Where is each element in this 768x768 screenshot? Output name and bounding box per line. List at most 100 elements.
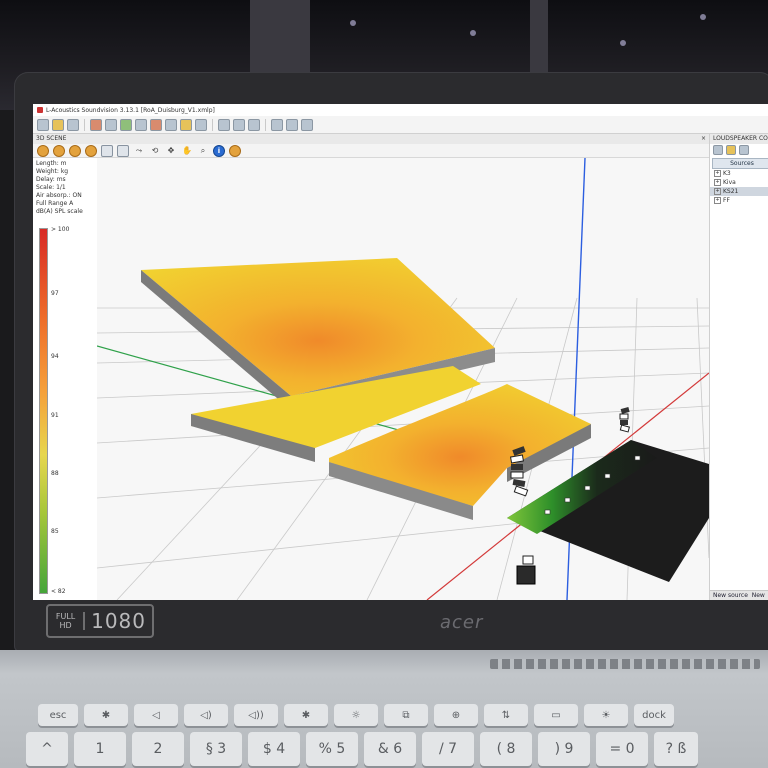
camera-icon[interactable] [195, 118, 207, 131]
toolbar-divider [265, 118, 266, 131]
scale-tick: 97 [51, 290, 59, 297]
source-item-label: Kiva [723, 179, 736, 186]
color-icon[interactable] [69, 144, 81, 157]
loudspeaker-panel-title: LOUDSPEAKER CONFIG [710, 134, 768, 144]
key[interactable]: ◁)) [234, 704, 278, 726]
key[interactable]: ) 9 [538, 732, 590, 766]
scene-panel-close-icon[interactable]: × [701, 134, 706, 144]
palette-icon[interactable] [85, 144, 97, 157]
expand-icon[interactable]: + [714, 170, 721, 177]
laptop-brand-logo: acer [440, 612, 484, 633]
move-icon[interactable]: ✥ [165, 146, 177, 156]
rig-truss [250, 0, 310, 72]
key[interactable]: ⇅ [484, 704, 528, 726]
legend-info-line: Length: m [36, 160, 67, 167]
open-folder-icon[interactable] [52, 118, 64, 131]
key[interactable]: ▭ [534, 704, 578, 726]
section-icon[interactable]: ⤳ [133, 146, 145, 156]
key[interactable]: & 6 [364, 732, 416, 766]
key[interactable]: 1 [74, 732, 126, 766]
shield-icon[interactable] [165, 118, 177, 131]
sources-tab[interactable]: Sources [712, 158, 768, 169]
source-item-ks21[interactable]: + KS21 [710, 187, 768, 196]
expand-icon[interactable]: + [714, 188, 721, 195]
key[interactable]: 2 [132, 732, 184, 766]
calc-icon[interactable] [120, 118, 132, 131]
source-item-k3[interactable]: + K3 [710, 169, 768, 178]
loudspeaker-panel-toolbar [710, 144, 768, 156]
help-icon[interactable] [286, 118, 298, 131]
reset-view-icon[interactable] [229, 144, 241, 157]
document-icon[interactable] [233, 118, 245, 131]
source-item-ff[interactable]: + FF [710, 196, 768, 205]
key[interactable]: ◁) [184, 704, 228, 726]
view-3d-icon[interactable] [117, 144, 129, 157]
key[interactable]: = 0 [596, 732, 648, 766]
key[interactable]: ◁ [134, 704, 178, 726]
3d-scene-canvas[interactable] [97, 158, 709, 600]
rig-truss [530, 0, 548, 72]
hinge-vents [490, 659, 760, 669]
settings-icon[interactable] [271, 118, 283, 131]
new-file-icon[interactable] [37, 118, 49, 131]
scene-panel-header: 3D SCENE × [33, 134, 709, 144]
key[interactable]: § 3 [190, 732, 242, 766]
expand-icon[interactable]: + [714, 197, 721, 204]
legend-info-line: Delay: ms [36, 176, 66, 183]
key[interactable]: % 5 [306, 732, 358, 766]
zoom-icon[interactable]: ⌕ [197, 146, 209, 156]
target-icon[interactable] [135, 118, 147, 131]
scale-tick: 94 [51, 353, 59, 360]
line-array-right [619, 407, 630, 433]
room-icon[interactable] [105, 118, 117, 131]
view-2d-icon[interactable] [101, 144, 113, 157]
stage-light [350, 20, 356, 26]
key[interactable]: ⊕ [434, 704, 478, 726]
scene-toolbar: ⤳ ⟲ ✥ ✋ ⌕ i [33, 144, 709, 158]
key[interactable]: ^ [26, 732, 68, 766]
app-title: L-Acoustics Soundvision 3.13.1 [RoA_Duis… [46, 106, 215, 114]
info-icon[interactable]: i [213, 144, 225, 157]
key[interactable]: ⧉ [384, 704, 428, 726]
expand-icon[interactable]: + [714, 179, 721, 186]
scale-tick: 85 [51, 528, 59, 535]
key[interactable]: esc [38, 704, 78, 726]
save-icon[interactable] [67, 118, 79, 131]
new-button[interactable]: New [752, 592, 765, 599]
key[interactable]: ☼ [334, 704, 378, 726]
loudspeaker-icon[interactable] [90, 118, 102, 131]
source-item-kiva[interactable]: + Kiva [710, 178, 768, 187]
key[interactable]: ? ß [654, 732, 698, 766]
spl-layer-icon[interactable] [53, 144, 65, 157]
tag-icon[interactable] [180, 118, 192, 131]
open-source-icon[interactable] [726, 145, 736, 155]
more-icon[interactable] [301, 118, 313, 131]
subwoofer-stack [516, 555, 536, 585]
key[interactable]: ✱ [84, 704, 128, 726]
laptop-screen: L-Acoustics Soundvision 3.13.1 [RoA_Duis… [33, 104, 768, 600]
source-item-label: KS21 [723, 188, 739, 195]
legend-info-line: Air absorp.: ON [36, 192, 82, 199]
key[interactable]: $ 4 [248, 732, 300, 766]
new-source-button[interactable]: New source [713, 592, 748, 599]
mapping-icon[interactable] [150, 118, 162, 131]
new-source-icon[interactable] [713, 145, 723, 155]
key[interactable]: dock [634, 704, 674, 726]
grid-icon[interactable] [248, 118, 260, 131]
pan-icon[interactable]: ✋ [181, 146, 193, 156]
3d-viewport[interactable] [97, 158, 709, 600]
toolbar-divider [84, 118, 85, 131]
stage-light [620, 40, 626, 46]
key[interactable]: ✱ [284, 704, 328, 726]
key[interactable]: / 7 [422, 732, 474, 766]
save-source-icon[interactable] [739, 145, 749, 155]
rotate-icon[interactable]: ⟲ [149, 146, 161, 156]
loudspeaker-config-panel: LOUDSPEAKER CONFIG Sources +K3 +Kiva +KS… [709, 134, 768, 600]
scene-panel-title: 3D SCENE [36, 135, 67, 142]
key[interactable]: ( 8 [480, 732, 532, 766]
key[interactable]: ☀ [584, 704, 628, 726]
report-icon[interactable] [218, 118, 230, 131]
legend-info-line: dB(A) SPL scale [36, 208, 83, 215]
spl-map-icon[interactable] [37, 144, 49, 157]
legend-info-line: Scale: 1/1 [36, 184, 66, 191]
